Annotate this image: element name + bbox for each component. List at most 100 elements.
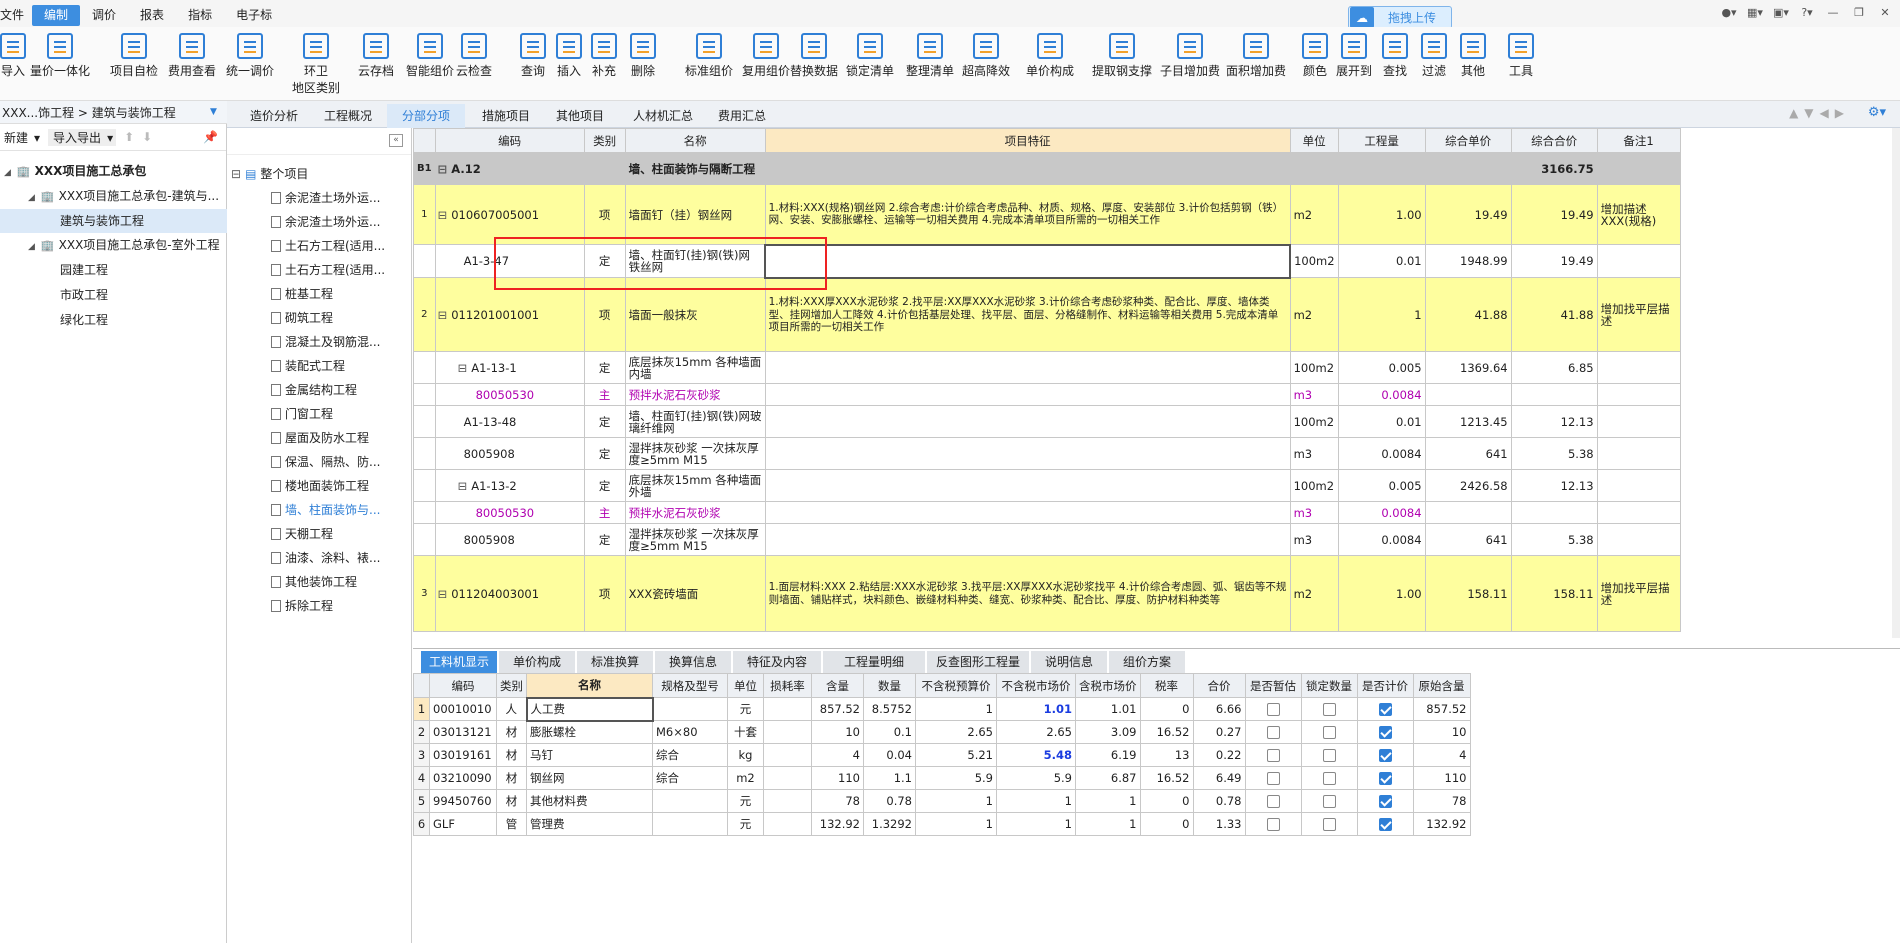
resource-row-index[interactable]: 6 <box>413 812 430 836</box>
menu-item-0[interactable]: 文件 <box>0 5 32 26</box>
resource-tax-market-price[interactable]: 1.01 <box>1075 697 1141 721</box>
resource-tax-market-price[interactable]: 1 <box>1075 789 1141 813</box>
resource-header-2[interactable]: 名称 <box>526 673 653 698</box>
section-tree-item-13[interactable]: 墙、柱面装饰与... <box>271 498 380 522</box>
bill-quantity[interactable]: 0.005 <box>1337 351 1426 384</box>
bill-note[interactable] <box>1596 244 1681 278</box>
resource-original-content[interactable]: 110 <box>1412 766 1471 790</box>
resource-original-content[interactable]: 78 <box>1412 789 1471 813</box>
bill-type[interactable]: 主 <box>583 501 626 524</box>
resource-budget-price[interactable]: 1 <box>915 789 997 813</box>
toolbar-button-5[interactable]: 环卫 地区类别 <box>292 33 340 96</box>
new-button[interactable]: 新建 ▾ <box>2 129 40 146</box>
row-index[interactable] <box>413 405 436 438</box>
bill-note[interactable]: 增加找平层描述 <box>1596 277 1681 352</box>
resource-market-price[interactable]: 1 <box>996 812 1076 836</box>
detail-tab-2[interactable]: 标准换算 <box>577 651 653 673</box>
resource-name[interactable]: 人工费 <box>525 696 654 722</box>
resource-spec[interactable]: 综合 <box>652 766 728 790</box>
bill-code[interactable]: ⊟ 010607005001 <box>434 184 585 245</box>
bill-code[interactable]: ⊟ A.12 <box>434 152 585 185</box>
settings-icon[interactable]: ⚙▾ <box>1868 105 1886 120</box>
main-header-3[interactable]: 项目特征 <box>764 128 1291 153</box>
toolbar-button-19[interactable]: 单价构成 <box>1026 33 1074 79</box>
bill-row[interactable]: 80050530 主预拌水泥石灰砂浆 m3 0.0084 <box>413 501 1681 524</box>
bill-unit-price[interactable] <box>1424 383 1512 406</box>
bill-note[interactable]: 增加找平层描述 <box>1596 555 1681 632</box>
resource-header-16[interactable]: 原始含量 <box>1412 673 1471 698</box>
toolbar-button-8[interactable]: 云检查 <box>456 33 492 79</box>
bill-unit[interactable]: m3 <box>1289 383 1339 406</box>
bill-name[interactable]: 墙面一般抹灰 <box>624 277 766 352</box>
bill-code[interactable]: A1-3-47 <box>434 244 585 278</box>
collapse-toggle-icon[interactable]: ⊟ <box>438 208 448 222</box>
section-tree-item-17[interactable]: 拆除工程 <box>271 594 333 618</box>
collapse-toggle-icon[interactable]: ⊟ <box>458 361 468 375</box>
section-tree-item-8[interactable]: 金属结构工程 <box>271 378 357 402</box>
resource-row[interactable]: 2 03013121 材膨胀螺栓 M6×80 十套 10 0.1 2.65 2.65 3.09 16… <box>413 720 1471 744</box>
bill-feature[interactable] <box>764 437 1291 470</box>
resource-tax-rate[interactable]: 16.52 <box>1139 766 1194 790</box>
resource-loss-rate[interactable] <box>763 766 812 790</box>
resource-total[interactable]: 0.27 <box>1192 720 1246 744</box>
resource-row[interactable]: 3 03019161 材马钉 综合 kg 4 0.04 5.21 5.48 6.19 13 0.22 4 <box>413 743 1471 767</box>
is-estimate-checkbox[interactable] <box>1266 795 1280 808</box>
bill-unit[interactable]: 100m2 <box>1289 244 1339 278</box>
is-priced-checkbox[interactable] <box>1378 772 1392 785</box>
resource-tax-rate[interactable]: 13 <box>1139 743 1194 767</box>
project-tree-item-4[interactable]: 园建工程 <box>0 258 227 282</box>
resource-tax-rate[interactable]: 0 <box>1139 812 1194 836</box>
resource-quantity[interactable]: 8.5752 <box>863 697 916 721</box>
resource-budget-price[interactable]: 2.65 <box>915 720 997 744</box>
tab-0[interactable]: 造价分析 <box>239 104 309 128</box>
is-priced-checkbox[interactable] <box>1378 749 1392 762</box>
is-estimate-checkbox[interactable] <box>1266 726 1280 739</box>
section-tree-item-3[interactable]: 土石方工程(适用... <box>271 258 385 282</box>
help-icon[interactable]: ?▾ <box>1798 6 1816 22</box>
bill-feature[interactable]: 1.材料:XXX(规格)钢丝网 2.综合考虑:计价综合考虑品种、材质、规格、厚度… <box>764 184 1291 245</box>
toolbar-button-0[interactable]: 导入 <box>0 33 26 79</box>
resource-spec[interactable] <box>652 812 728 836</box>
tab-5[interactable]: 人材机汇总 <box>623 104 703 128</box>
resource-header-0[interactable]: 编码 <box>429 673 497 698</box>
toolbar-button-20[interactable]: 提取钢支撑 <box>1092 33 1152 79</box>
bill-total[interactable]: 6.85 <box>1510 351 1598 384</box>
bill-row[interactable]: 1 ⊟ 010607005001 项墙面钉（挂）钢丝网 1.材料:XXX(规格)钢丝网 … <box>413 184 1681 245</box>
resource-original-content[interactable]: 4 <box>1412 743 1471 767</box>
resource-original-content[interactable]: 132.92 <box>1412 812 1471 836</box>
bill-note[interactable] <box>1596 152 1681 185</box>
restore-icon[interactable]: ❐ <box>1850 6 1868 22</box>
bill-total[interactable] <box>1510 383 1598 406</box>
toolbar-button-2[interactable]: 项目自检 <box>110 33 158 79</box>
detail-tab-7[interactable]: 说明信息 <box>1031 651 1107 673</box>
move-down-icon[interactable]: ⬇ <box>142 130 152 144</box>
bill-type[interactable]: 项 <box>583 277 626 352</box>
bill-feature[interactable] <box>764 469 1291 502</box>
bill-unit[interactable] <box>1289 152 1339 185</box>
close-icon[interactable]: ✕ <box>1876 6 1894 22</box>
move-up-icon[interactable]: ⬆ <box>124 130 134 144</box>
bill-note[interactable] <box>1596 351 1681 384</box>
bill-unit-price[interactable]: 41.88 <box>1424 277 1512 352</box>
resource-loss-rate[interactable] <box>763 720 812 744</box>
row-index[interactable]: 3 <box>413 555 436 632</box>
bill-type[interactable]: 项 <box>583 184 626 245</box>
row-index[interactable] <box>413 523 436 556</box>
toolbar-button-23[interactable]: 颜色 <box>1302 33 1328 79</box>
is-estimate-checkbox[interactable] <box>1266 818 1280 831</box>
toolbar-button-15[interactable]: 替换数据 <box>790 33 838 79</box>
resource-quantity[interactable]: 1.1 <box>863 766 916 790</box>
bill-code[interactable]: ⊟ 011201001001 <box>434 277 585 352</box>
bill-feature[interactable] <box>764 501 1291 524</box>
resource-code[interactable]: 03210090 <box>429 766 497 790</box>
toolbar-button-13[interactable]: 标准组价 <box>685 33 733 79</box>
bill-total[interactable]: 3166.75 <box>1510 152 1598 185</box>
bill-row[interactable]: 8005908 定湿拌抹灰砂浆 一次抹灰厚度≥5mm M15 m3 0.0084 641… <box>413 523 1681 556</box>
bill-unit-price[interactable]: 641 <box>1424 437 1512 470</box>
bill-code[interactable]: 80050530 <box>434 501 585 524</box>
resource-market-price[interactable]: 2.65 <box>996 720 1076 744</box>
toolbar-button-3[interactable]: 费用查看 <box>168 33 216 79</box>
bill-quantity[interactable]: 0.01 <box>1337 405 1426 438</box>
pin-icon[interactable]: 📌 <box>203 130 218 144</box>
row-index[interactable] <box>413 437 436 470</box>
